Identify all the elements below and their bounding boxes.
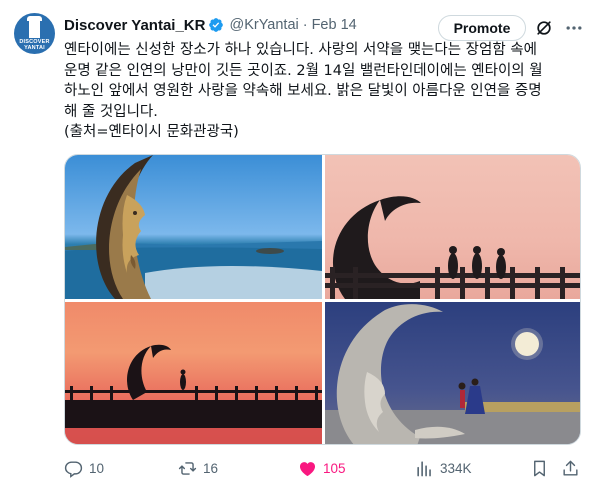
- photo-moon-silhouette-sunset-art: [65, 344, 322, 444]
- photo-moon-silhouette-sunset[interactable]: [65, 302, 322, 444]
- photo-moon-silhouette-pink-art: [325, 196, 580, 299]
- avatar-wordmark-line2: YANTAI: [24, 45, 45, 51]
- photo-moon-silhouette-pink[interactable]: [325, 155, 580, 299]
- verified-badge-icon: [209, 18, 224, 32]
- share-button[interactable]: [561, 456, 580, 480]
- reply-count: 10: [89, 460, 105, 476]
- repost-button[interactable]: 16: [178, 456, 218, 480]
- grok-icon[interactable]: [534, 18, 554, 38]
- media-grid: [64, 154, 581, 445]
- more-icon[interactable]: [564, 18, 584, 38]
- like-button[interactable]: 105: [298, 456, 346, 480]
- lighthouse-icon: [29, 18, 40, 38]
- bookmark-button[interactable]: [530, 456, 549, 480]
- photo-moon-sculpture-night[interactable]: [325, 302, 580, 444]
- post-text-line: 운명 같은 인연의 낭만이 깃든 곳이죠. 2월 14일 밸런타인데이에는 옌타…: [64, 62, 543, 79]
- photo-moon-sculpture-sea-art: [65, 155, 322, 299]
- views-button[interactable]: 334K: [415, 456, 472, 480]
- account-name[interactable]: Discover Yantai_KR: [64, 17, 205, 34]
- promote-button[interactable]: Promote: [438, 15, 526, 41]
- post-text-line: 해 줄 것입니다.: [64, 103, 158, 120]
- avatar[interactable]: DISCOVER YANTAI: [14, 13, 55, 54]
- post-text: 옌타이에는 신성한 장소가 하나 있습니다. 사랑의 서약을 맺는다는 장엄함 …: [64, 40, 584, 143]
- heart-icon: [299, 461, 316, 476]
- post-text-line: 하노인 앞에서 영원한 사랑을 약속해 보세요. 밝은 달빛이 아름다운 인연을…: [64, 83, 542, 99]
- share-icon: [563, 460, 578, 476]
- reply-icon: [64, 460, 83, 478]
- account-handle[interactable]: @KrYantai: [229, 17, 298, 33]
- post-header: Discover Yantai_KR @KrYantai · Feb 14: [64, 14, 357, 36]
- photo-moon-sculpture-sea[interactable]: [65, 155, 322, 299]
- post-text-line: 옌타이에는 신성한 장소가 하나 있습니다. 사랑의 서약을 맺는다는 장엄함 …: [64, 42, 537, 58]
- repost-count: 16: [203, 460, 219, 476]
- like-count: 105: [323, 460, 346, 476]
- photo-moon-sculpture-night-art: [325, 304, 580, 444]
- post-text-line: (출처=옌타이시 문화관광국): [64, 124, 239, 140]
- repost-icon: [178, 461, 197, 475]
- reply-button[interactable]: 10: [64, 456, 104, 480]
- views-count: 334K: [440, 460, 472, 476]
- post-date[interactable]: Feb 14: [312, 17, 357, 33]
- action-bar: 10 16 105 334K: [64, 456, 584, 480]
- views-icon: [417, 460, 431, 476]
- avatar-wordmark: DISCOVER YANTAI: [14, 39, 55, 51]
- separator-dot: ·: [302, 17, 308, 33]
- bookmark-icon: [534, 460, 545, 476]
